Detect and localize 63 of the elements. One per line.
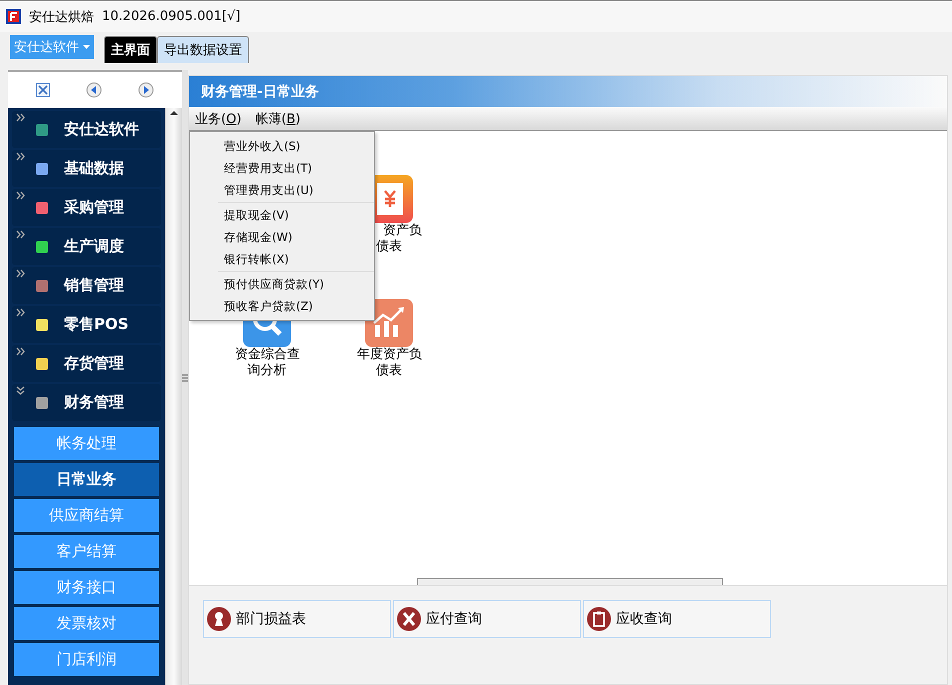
nav-group[interactable]: 基础数据 (12, 150, 161, 187)
window-title: 安仕达烘焙 (29, 8, 94, 26)
tab[interactable]: 导出数据设置 (157, 36, 249, 63)
tile-label: 债表 (376, 363, 402, 379)
version-text: 10.2026.0905.001[√] (102, 9, 240, 24)
chevron-right-icon (16, 113, 25, 122)
chevron-right-icon (16, 308, 25, 317)
app-logo (6, 9, 21, 24)
menu-option[interactable]: 营业外收入(S) (218, 135, 374, 157)
chevron-down-icon (16, 386, 25, 395)
collapse-handle[interactable] (417, 578, 723, 585)
clipboard-icon (587, 607, 611, 631)
tile-label: 债表 (376, 239, 402, 255)
nav-group[interactable]: 安仕达软件 (12, 111, 161, 148)
nav-group[interactable]: 销售管理 (12, 267, 161, 304)
tile-label: 年度资产负 (357, 347, 422, 363)
chevron-right-icon (16, 347, 25, 356)
nav-group-label: 生产调度 (64, 237, 124, 256)
panel-title: 财务管理-日常业务 (201, 82, 319, 100)
scrollbar[interactable] (165, 108, 182, 685)
menu-option[interactable]: 银行转帐(X) (218, 248, 374, 270)
menu-option[interactable]: 预收客户贷款(Z) (218, 295, 374, 317)
nav-group[interactable]: 生产调度 (12, 228, 161, 265)
chart-icon[interactable] (365, 299, 413, 347)
query-button[interactable]: 应付查询 (393, 600, 581, 638)
nav-group-label: 安仕达软件 (64, 120, 139, 139)
menu-option[interactable]: 提取现金(V) (218, 204, 374, 226)
back-icon[interactable] (86, 82, 102, 98)
nav-group-label: 财务管理 (64, 393, 124, 412)
cross-icon (397, 607, 421, 631)
nav-group[interactable]: 财务管理 (12, 384, 161, 421)
tile-label: 询分析 (248, 363, 286, 379)
nav-group[interactable]: 采购管理 (12, 189, 161, 226)
nav-group-label: 基础数据 (64, 159, 124, 178)
nav-group[interactable]: 零售POS (12, 306, 161, 343)
menu-option[interactable]: 管理费用支出(U) (218, 179, 374, 201)
grip-icon[interactable] (182, 374, 188, 382)
splitter-handle[interactable] (182, 70, 188, 685)
menu-option[interactable]: 预付供应商贷款(Y) (218, 273, 374, 295)
menu-item[interactable]: 业务(O) (195, 110, 242, 128)
person-icon (207, 607, 231, 631)
chevron-right-icon (16, 269, 25, 278)
menu-item[interactable]: 帐薄(B) (255, 110, 300, 128)
nav-group[interactable]: 存货管理 (12, 345, 161, 382)
menu-option[interactable]: 经营费用支出(T) (218, 157, 374, 179)
chevron-right-icon (16, 230, 25, 239)
nav-group-label: 零售POS (64, 315, 129, 334)
nav-item[interactable]: 日常业务 (14, 463, 159, 496)
query-button[interactable]: 应收查询 (583, 600, 771, 638)
tile-label: 资金综合查 (235, 347, 300, 363)
chevron-right-icon (16, 152, 25, 161)
query-button[interactable]: 部门损益表 (203, 600, 391, 638)
nav-group-label: 采购管理 (64, 198, 124, 217)
scroll-up-icon[interactable] (170, 108, 178, 118)
menu-option[interactable]: 存储现金(W) (218, 226, 374, 248)
forward-icon[interactable] (138, 82, 154, 98)
caret-icon (83, 45, 90, 49)
nav-group-label: 销售管理 (64, 276, 124, 295)
nav-group-label: 存货管理 (64, 354, 124, 373)
tile-label: 资产负 (383, 223, 422, 239)
tab[interactable]: 主界面 (104, 36, 157, 63)
chevron-right-icon (16, 191, 25, 200)
close-icon[interactable] (36, 83, 50, 97)
